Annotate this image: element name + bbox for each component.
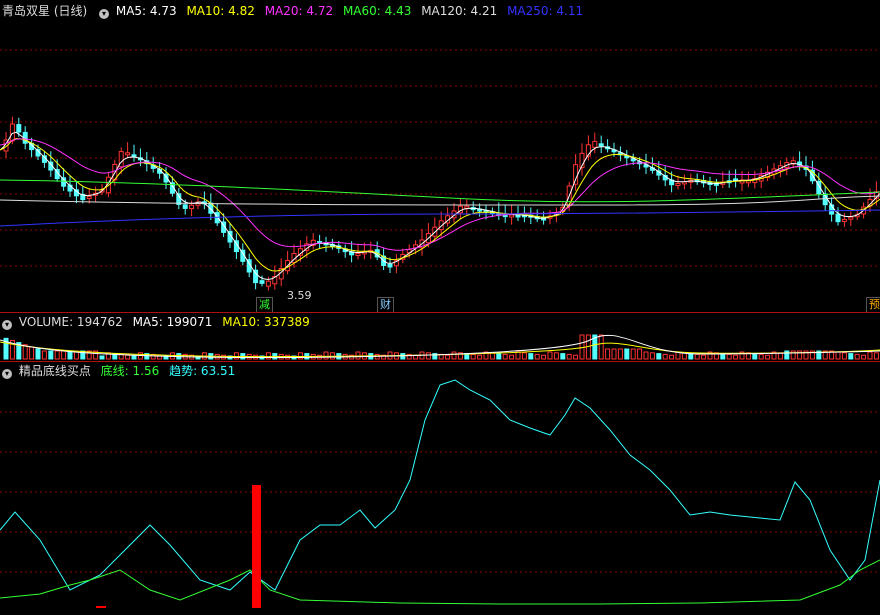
bottom-line (0, 559, 880, 605)
indicator-chart[interactable] (0, 0, 880, 615)
buy-signal-bar (252, 485, 261, 608)
